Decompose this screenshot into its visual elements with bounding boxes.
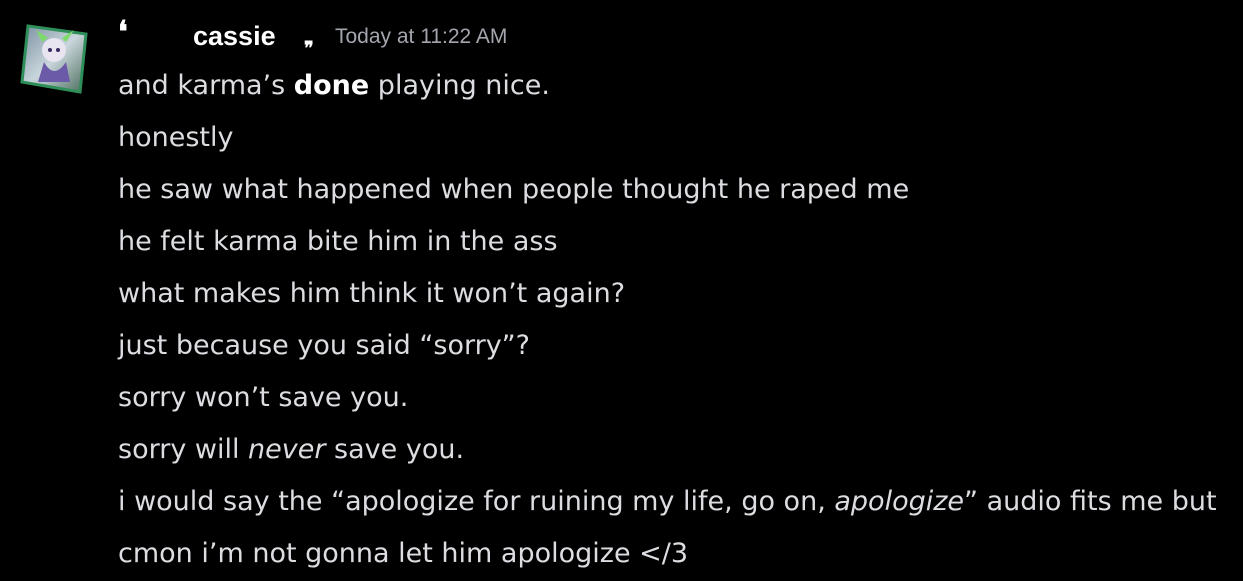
message-line-1: and karma’s done playing nice. [118,70,550,101]
message-line-7: sorry won’t save you. [118,382,409,413]
message-line-6: just because you said “sorry”? [118,330,530,361]
avatar-image-icon [20,24,88,94]
timestamp[interactable]: Today at 11:22 AM [335,24,507,49]
username[interactable]: cassie [193,20,276,52]
italic-text: never [248,434,326,465]
quote-close-decoration: ❞ [304,38,314,59]
message-header: ❛ cassie ❞ Today at 11:22 AM [118,14,818,62]
bold-text: done [293,70,370,101]
message-line-8: sorry will never save you. [118,434,465,465]
message-line-5: what makes him think it won’t again? [118,278,626,309]
message-line-4: he felt karma bite him in the ass [118,226,558,257]
quote-open-decoration: ❛ [118,15,128,50]
message-line-2: honestly [118,122,234,153]
italic-text: apologize [834,486,965,517]
message-line-10: cmon i’m not gonna let him apologize </3 [118,538,689,569]
message-line-3: he saw what happened when people thought… [118,174,910,205]
avatar[interactable] [16,20,92,96]
message-content: and karma’s done playing nice. honestly … [118,60,1233,580]
message-line-9: i would say the “apologize for ruining m… [118,486,1217,517]
